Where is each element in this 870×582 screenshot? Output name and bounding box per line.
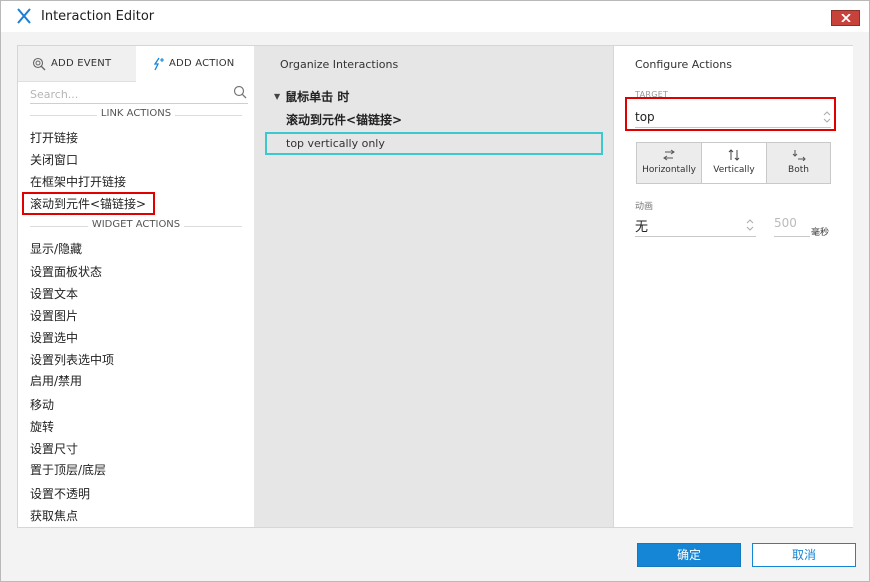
- app-logo-icon: [17, 8, 31, 24]
- link-actions-heading: LINK ACTIONS: [96, 108, 176, 119]
- library-tabs: ADD EVENT ADD ACTION: [18, 46, 254, 82]
- title-bar: Interaction Editor: [1, 1, 869, 32]
- both-arrows-icon: [792, 150, 806, 161]
- close-icon: [841, 14, 851, 22]
- widget-actions-section-header: WIDGET ACTIONS: [18, 219, 254, 233]
- horizontal-arrows-icon: [663, 149, 675, 161]
- action-item-open-link-in-frame[interactable]: 在框架中打开链接: [30, 173, 126, 190]
- action-item-set-text[interactable]: 设置文本: [30, 285, 78, 302]
- animation-updown-icon: [746, 219, 754, 231]
- duration-value: 500: [774, 216, 797, 230]
- target-field[interactable]: [635, 107, 831, 128]
- add-action-icon: [153, 57, 164, 71]
- action-item-set-size[interactable]: 设置尺寸: [30, 440, 78, 457]
- search-input[interactable]: [30, 85, 248, 104]
- action-target-summary: top vertically only: [286, 137, 385, 150]
- search-icon[interactable]: [233, 85, 247, 99]
- duration-unit: 毫秒: [811, 228, 830, 238]
- tab-add-action[interactable]: ADD ACTION: [136, 46, 254, 82]
- action-item-move[interactable]: 移动: [30, 396, 54, 413]
- close-button[interactable]: [831, 10, 860, 26]
- collapse-triangle-icon[interactable]: ▼: [274, 92, 280, 101]
- window-title: Interaction Editor: [41, 9, 155, 24]
- tab-add-action-label: ADD ACTION: [169, 58, 235, 69]
- action-item-focus[interactable]: 获取焦点: [30, 507, 78, 524]
- animation-select[interactable]: 无: [635, 216, 756, 237]
- event-label: 鼠标单击 时: [285, 90, 350, 104]
- tab-add-event[interactable]: ADD EVENT: [18, 46, 136, 82]
- scroll-both-option[interactable]: Both: [766, 142, 831, 184]
- animation-label: 动画: [635, 202, 654, 212]
- action-item-enable-disable[interactable]: 启用/禁用: [30, 372, 82, 389]
- action-item-rotate[interactable]: 旋转: [30, 418, 54, 435]
- ok-button[interactable]: 确定: [637, 543, 741, 567]
- add-event-icon: [32, 57, 46, 71]
- action-item-bring-front-back[interactable]: 置于顶层/底层: [30, 461, 106, 478]
- action-item-close-window[interactable]: 关闭窗口: [30, 151, 78, 168]
- action-row[interactable]: 滚动到元件<锚链接>: [286, 111, 402, 128]
- scroll-to-widget-highlight: [22, 192, 155, 215]
- duration-input[interactable]: 500: [774, 216, 810, 237]
- both-label: Both: [788, 165, 809, 175]
- action-item-set-list-selection[interactable]: 设置列表选中项: [30, 351, 114, 368]
- widget-actions-heading: WIDGET ACTIONS: [87, 219, 185, 230]
- vertical-arrows-icon: [728, 149, 740, 161]
- selected-action-target-row[interactable]: top vertically only: [265, 132, 603, 155]
- vertically-label: Vertically: [713, 165, 755, 175]
- interaction-editor-window: Interaction Editor ADD EVENT ADD ACTION …: [0, 0, 870, 582]
- action-item-set-selected[interactable]: 设置选中: [30, 329, 78, 346]
- editor-content: ADD EVENT ADD ACTION LINK ACTIONS: [17, 45, 853, 528]
- action-item-set-panel-state[interactable]: 设置面板状态: [30, 263, 102, 280]
- tab-add-event-label: ADD EVENT: [51, 58, 112, 69]
- action-item-show-hide[interactable]: 显示/隐藏: [30, 240, 82, 257]
- organize-interactions-title: Organize Interactions: [280, 58, 399, 71]
- configure-actions-panel: Configure Actions TARGET Horizontally V: [613, 46, 853, 527]
- scroll-horizontally-option[interactable]: Horizontally: [636, 142, 702, 184]
- action-item-set-image[interactable]: 设置图片: [30, 307, 78, 324]
- updown-arrows-icon[interactable]: [823, 110, 831, 124]
- action-item-set-opacity[interactable]: 设置不透明: [30, 485, 90, 502]
- action-item-open-link[interactable]: 打开链接: [30, 129, 78, 146]
- event-row[interactable]: ▼ 鼠标单击 时: [274, 88, 349, 105]
- animation-value: 无: [635, 220, 649, 235]
- configure-actions-title: Configure Actions: [635, 58, 732, 71]
- actions-library-panel: ADD EVENT ADD ACTION LINK ACTIONS: [18, 46, 255, 527]
- organize-interactions-panel: Organize Interactions ▼ 鼠标单击 时 滚动到元件<锚链接>…: [254, 46, 613, 527]
- horizontally-label: Horizontally: [642, 165, 696, 175]
- cancel-button[interactable]: 取消: [752, 543, 856, 567]
- link-actions-section-header: LINK ACTIONS: [18, 108, 254, 122]
- scroll-vertically-option[interactable]: Vertically: [701, 142, 767, 184]
